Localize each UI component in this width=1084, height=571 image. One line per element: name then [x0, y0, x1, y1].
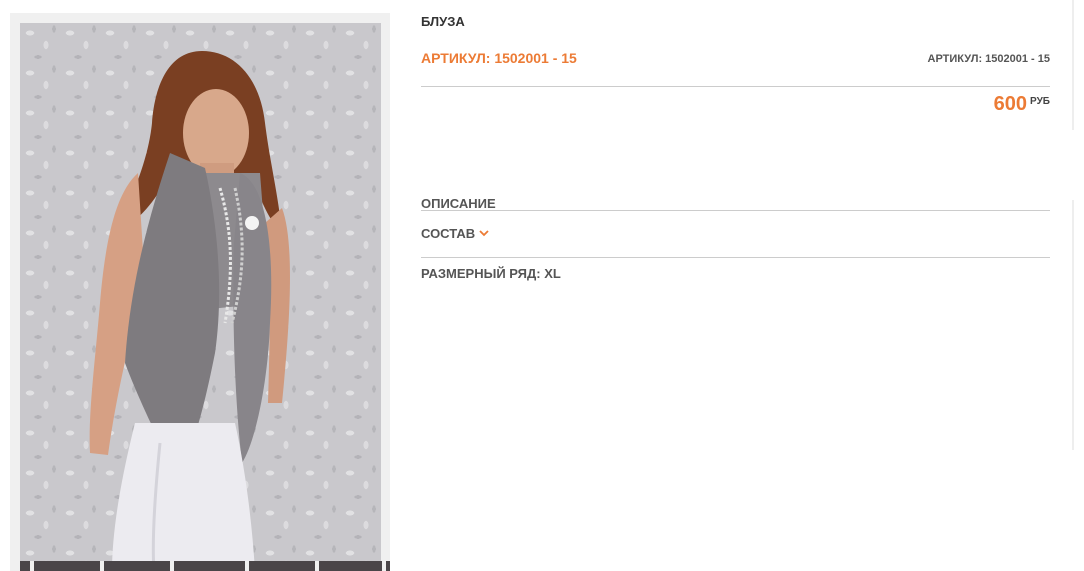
product-title: БЛУЗА [421, 14, 465, 29]
size-label: РАЗМЕРНЫЙ РЯД: [421, 266, 541, 281]
product-image-frame [10, 13, 390, 571]
chevron-down-icon [479, 228, 489, 240]
size-value: XL [544, 266, 561, 281]
thumbnail-strip[interactable] [20, 561, 390, 571]
divider [421, 86, 1050, 87]
composition-label: СОСТАВ [421, 226, 476, 241]
size-range: РАЗМЕРНЫЙ РЯД: XL [421, 266, 561, 281]
price: 600 РУБ [994, 93, 1050, 116]
product-sku-secondary: АРТИКУЛ: 1502001 - 15 [927, 53, 1050, 65]
scroll-edge [1072, 200, 1074, 450]
divider [421, 210, 1050, 211]
composition-toggle[interactable]: СОСТАВ [421, 226, 489, 241]
description-tab[interactable]: ОПИСАНИЕ [421, 196, 496, 211]
price-value: 600 [993, 93, 1028, 115]
product-image[interactable] [20, 23, 381, 571]
product-photo-illustration [89, 51, 290, 571]
scroll-edge [1072, 0, 1074, 130]
price-currency: РУБ [1030, 96, 1050, 107]
product-page: БЛУЗА АРТИКУЛ: 1502001 - 15 АРТИКУЛ: 150… [0, 0, 1084, 571]
product-sku: АРТИКУЛ: 1502001 - 15 [421, 50, 577, 66]
divider [421, 257, 1050, 258]
